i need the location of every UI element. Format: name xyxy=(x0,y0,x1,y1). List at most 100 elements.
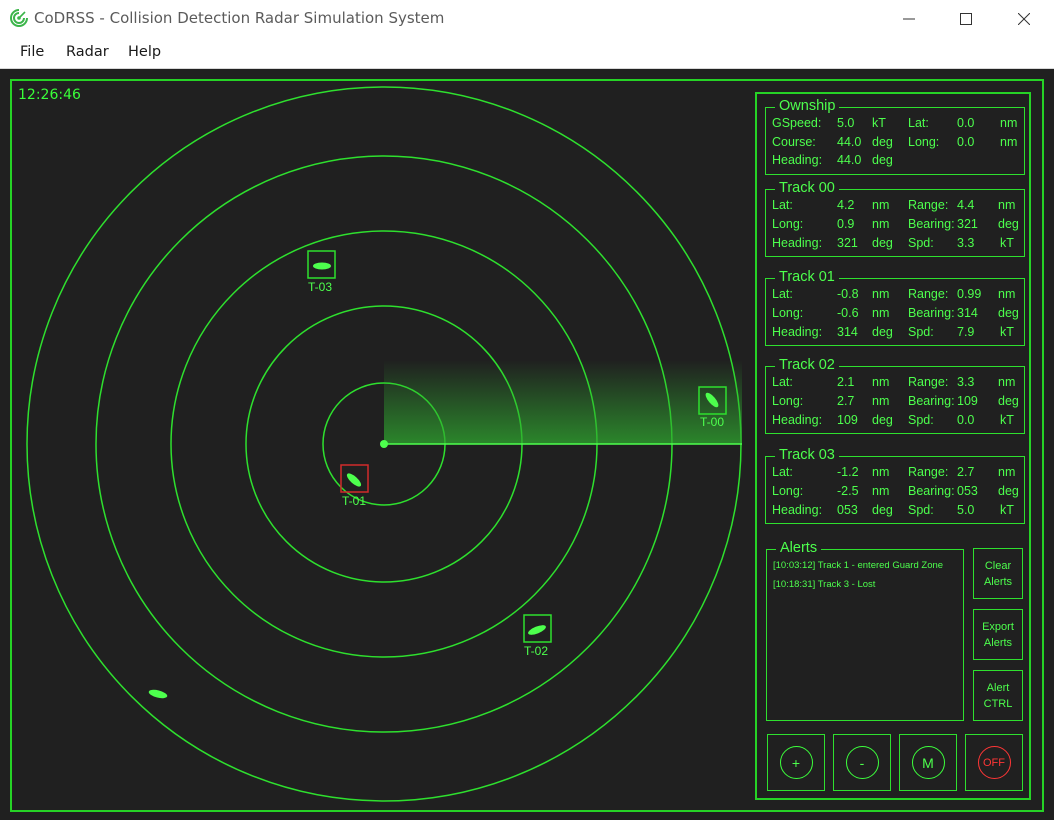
track-value: 0.0 xyxy=(957,413,975,427)
track-unit: nm xyxy=(998,198,1016,212)
track-unit: nm xyxy=(998,375,1016,389)
track-label: Lat: xyxy=(772,375,793,389)
target-t01[interactable]: T-01 xyxy=(340,464,369,508)
ownship-label: GSpeed: xyxy=(772,116,822,130)
track-label: Bearing: xyxy=(908,484,955,498)
ownship-title: Ownship xyxy=(775,98,840,114)
track-unit: deg xyxy=(872,413,893,427)
track-box-03: Track 03 Lat: -1.2 nm Range: 2.7 nm Long… xyxy=(765,447,1025,524)
clear-alerts-button[interactable]: Clear Alerts xyxy=(973,548,1023,599)
track-value: 314 xyxy=(837,325,858,339)
ownship-value: 44.0 xyxy=(837,135,862,149)
track-value: 2.7 xyxy=(957,465,975,479)
track-box-01: Track 01 Lat: -0.8 nm Range: 0.99 nm Lon… xyxy=(765,269,1025,346)
track-value: 321 xyxy=(957,217,978,231)
track-label: Long: xyxy=(772,217,804,231)
target-t03[interactable]: T-03 xyxy=(307,250,336,294)
track-unit: deg xyxy=(998,217,1019,231)
track-label: Range: xyxy=(908,375,949,389)
track-value: 0.99 xyxy=(957,287,982,301)
alert-item: [10:18:31] Track 3 - Lost xyxy=(773,579,876,590)
track-label: Spd: xyxy=(908,325,934,339)
track-label: Heading: xyxy=(772,325,823,339)
target-label-t03: T-03 xyxy=(308,280,332,294)
track-label: Range: xyxy=(908,465,949,479)
track-value: 5.0 xyxy=(957,503,975,517)
target-t02[interactable]: T-02 xyxy=(523,614,552,658)
ownship-label: Heading: xyxy=(772,153,823,167)
track-value: 053 xyxy=(957,484,978,498)
track-label: Long: xyxy=(772,394,804,408)
power-off-button[interactable]: OFF xyxy=(965,734,1023,791)
track-value: -0.8 xyxy=(837,287,859,301)
alert-item: [10:03:12] Track 1 - entered Guard Zone xyxy=(773,560,944,571)
mode-button[interactable]: M xyxy=(899,734,957,791)
ownship-unit: deg xyxy=(872,153,893,167)
mode-icon: M xyxy=(911,746,945,779)
track-unit: deg xyxy=(872,503,893,517)
ownship-value: 0.0 xyxy=(957,116,975,130)
ownship-label: Course: xyxy=(772,135,816,149)
track-unit: deg xyxy=(998,484,1019,498)
alerts-box: Alerts [10:03:12] Track 1 - entered Guar… xyxy=(766,540,964,721)
track-value: 314 xyxy=(957,306,978,320)
track-value: 0.9 xyxy=(837,217,855,231)
track-label: Spd: xyxy=(908,413,934,427)
track-label: Heading: xyxy=(772,503,823,517)
export-alerts-button[interactable]: Export Alerts xyxy=(973,609,1023,660)
ownship-marker xyxy=(380,440,388,448)
alerts-title: Alerts xyxy=(776,540,822,556)
alerts-list[interactable]: [10:03:12] Track 1 - entered Guard Zone … xyxy=(773,560,963,598)
track-label: Spd: xyxy=(908,236,934,250)
track-value: 2.7 xyxy=(837,394,855,408)
track-label: Heading: xyxy=(772,413,823,427)
ownship-box: Ownship GSpeed: 5.0 kT Lat: 0.0 nm Cours… xyxy=(765,98,1025,175)
power-icon: OFF xyxy=(977,746,1011,779)
track-value: 109 xyxy=(957,394,978,408)
track-label: Long: xyxy=(772,484,804,498)
ownship-label: Lat: xyxy=(908,116,929,130)
target-label-t00: T-00 xyxy=(700,415,724,429)
track-label: Bearing: xyxy=(908,217,955,231)
track-unit: nm xyxy=(872,306,890,320)
track-value: 2.1 xyxy=(837,375,855,389)
track-unit: nm xyxy=(872,198,890,212)
ownship-label: Long: xyxy=(908,135,940,149)
target-label-t02: T-02 xyxy=(524,644,548,658)
ownship-value: 44.0 xyxy=(837,153,862,167)
track-unit: kT xyxy=(1000,236,1014,250)
ownship-unit: kT xyxy=(872,116,886,130)
alert-ctrl-button[interactable]: Alert CTRL xyxy=(973,670,1023,721)
info-panel: Ownship GSpeed: 5.0 kT Lat: 0.0 nm Cours… xyxy=(755,92,1031,800)
track-label: Lat: xyxy=(772,287,793,301)
target-label-t01: T-01 xyxy=(342,494,366,508)
track-unit: nm xyxy=(872,375,890,389)
track-label: Lat: xyxy=(772,198,793,212)
track-unit: nm xyxy=(998,465,1016,479)
track-label: Bearing: xyxy=(908,306,955,320)
track-label: Bearing: xyxy=(908,394,955,408)
track-unit: nm xyxy=(872,484,890,498)
track-unit: deg xyxy=(872,236,893,250)
track-label: Long: xyxy=(772,306,804,320)
track-title: Track 01 xyxy=(775,269,839,285)
track-label: Range: xyxy=(908,198,949,212)
target-unlabeled[interactable] xyxy=(148,688,168,700)
track-value: 3.3 xyxy=(957,236,975,250)
track-label: Lat: xyxy=(772,465,793,479)
ownship-value: 0.0 xyxy=(957,135,975,149)
track-value: 4.4 xyxy=(957,198,975,212)
track-unit: nm xyxy=(872,465,890,479)
track-unit: deg xyxy=(872,325,893,339)
track-value: -1.2 xyxy=(837,465,859,479)
track-unit: kT xyxy=(1000,413,1014,427)
track-value: 321 xyxy=(837,236,858,250)
track-value: 7.9 xyxy=(957,325,975,339)
zoom-out-button[interactable]: - xyxy=(833,734,891,791)
zoom-in-button[interactable]: + xyxy=(767,734,825,791)
ownship-unit: nm xyxy=(1000,116,1018,130)
track-value: -2.5 xyxy=(837,484,859,498)
track-value: -0.6 xyxy=(837,306,859,320)
track-title: Track 02 xyxy=(775,357,839,373)
track-label: Range: xyxy=(908,287,949,301)
